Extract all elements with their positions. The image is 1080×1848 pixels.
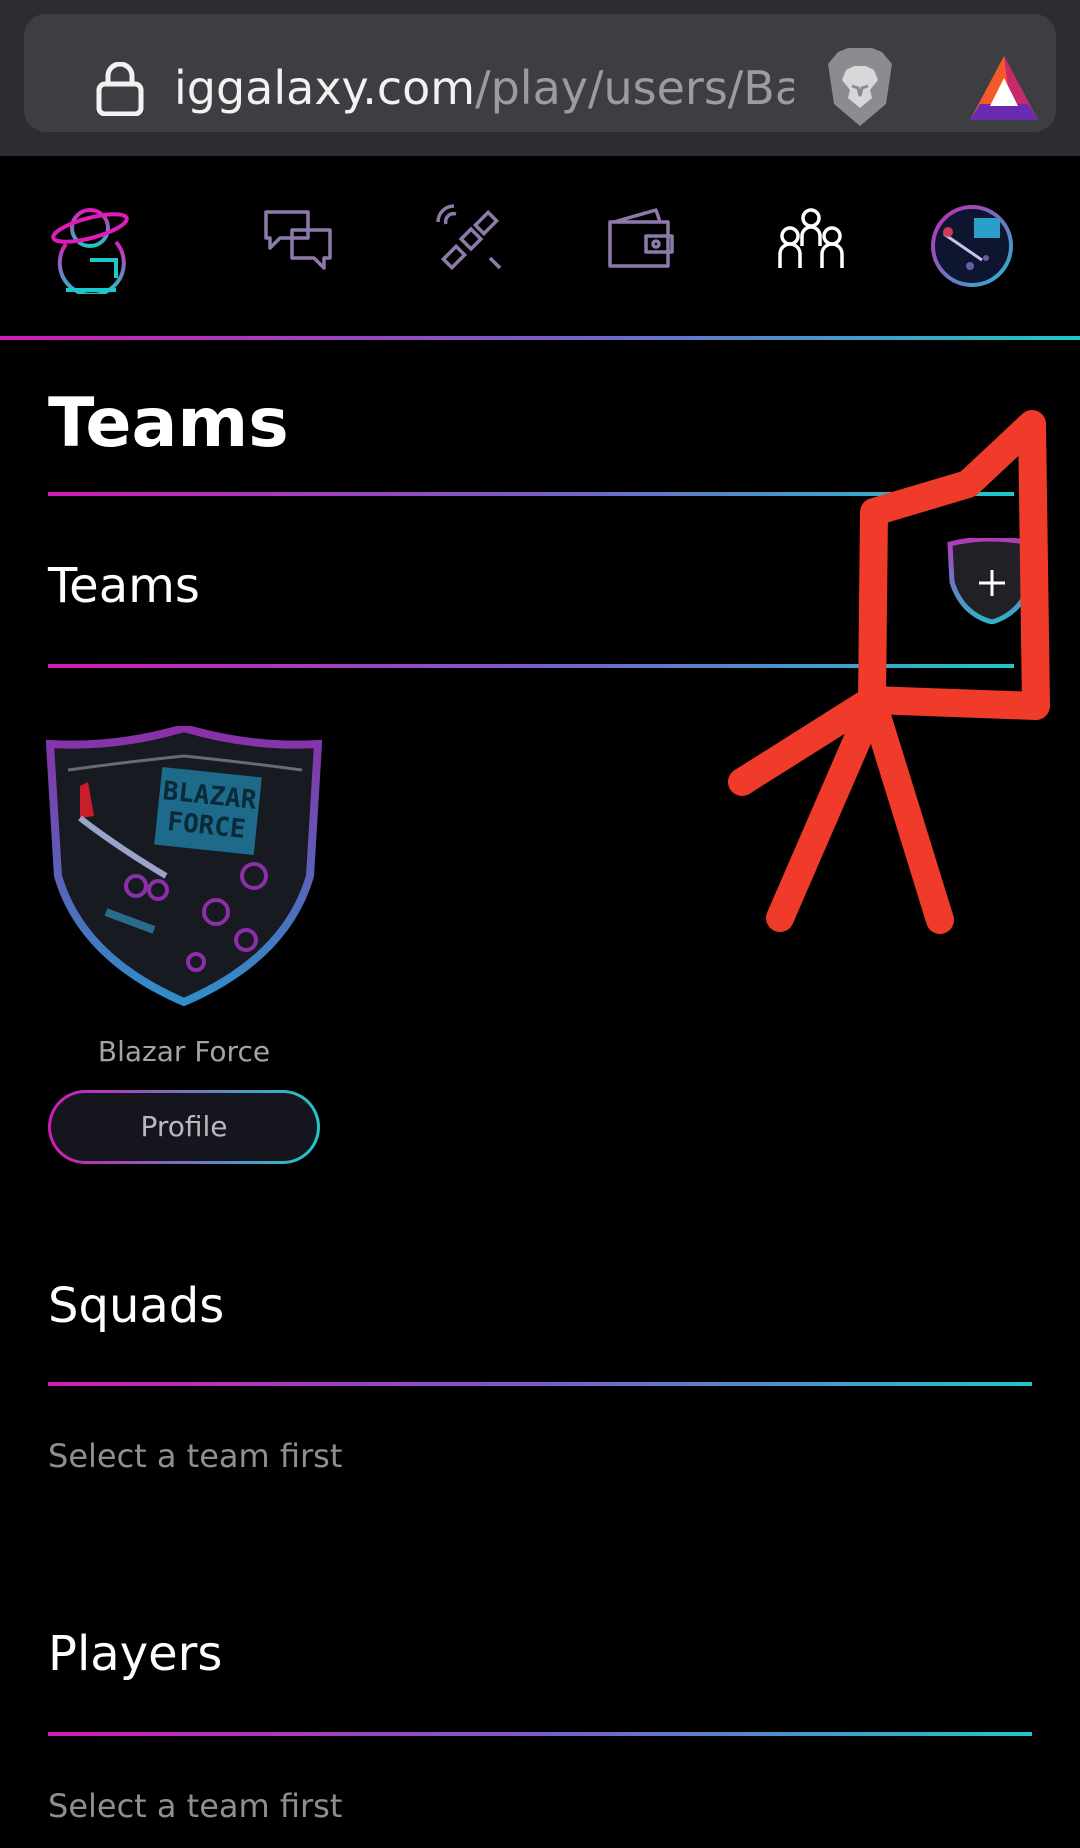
team-name: Blazar Force <box>97 1035 271 1068</box>
players-section-title: Players <box>48 1626 223 1682</box>
teams-divider <box>48 664 1014 668</box>
app-nav <box>0 156 1080 340</box>
squads-divider <box>48 1382 1032 1386</box>
satellite-icon[interactable] <box>434 202 506 274</box>
galaxy-logo-icon[interactable] <box>46 198 136 294</box>
url-domain: iggalaxy.com <box>174 61 476 115</box>
add-team-button[interactable] <box>940 538 1040 624</box>
url-text[interactable]: iggalaxy.com/play/users/Bar <box>174 52 794 124</box>
brave-shield-icon[interactable] <box>824 46 896 128</box>
lock-icon <box>96 62 144 116</box>
team-card[interactable]: BLAZAR FORCE Blazar Force Profile <box>46 726 326 1166</box>
teams-section-title: Teams <box>48 558 200 614</box>
squads-hint: Select a team first <box>48 1437 343 1475</box>
team-avatar-icon[interactable] <box>930 204 1014 288</box>
team-crest-image[interactable]: BLAZAR FORCE <box>46 726 322 1006</box>
title-divider <box>48 492 1014 496</box>
players-divider <box>48 1732 1032 1736</box>
players-hint: Select a team first <box>48 1787 343 1825</box>
wallet-icon[interactable] <box>606 208 676 270</box>
profile-button[interactable]: Profile <box>48 1090 320 1164</box>
url-path: /play/users/Bar <box>475 61 794 115</box>
community-icon[interactable] <box>776 206 846 272</box>
squads-section-title: Squads <box>48 1278 225 1334</box>
page-title: Teams <box>48 384 289 463</box>
nav-divider <box>0 336 1080 340</box>
browser-toolbar: iggalaxy.com/play/users/Bar <box>0 0 1080 156</box>
bat-rewards-icon[interactable] <box>968 54 1040 122</box>
chat-icon[interactable] <box>262 208 334 272</box>
address-bar[interactable]: iggalaxy.com/play/users/Bar <box>24 14 1056 132</box>
